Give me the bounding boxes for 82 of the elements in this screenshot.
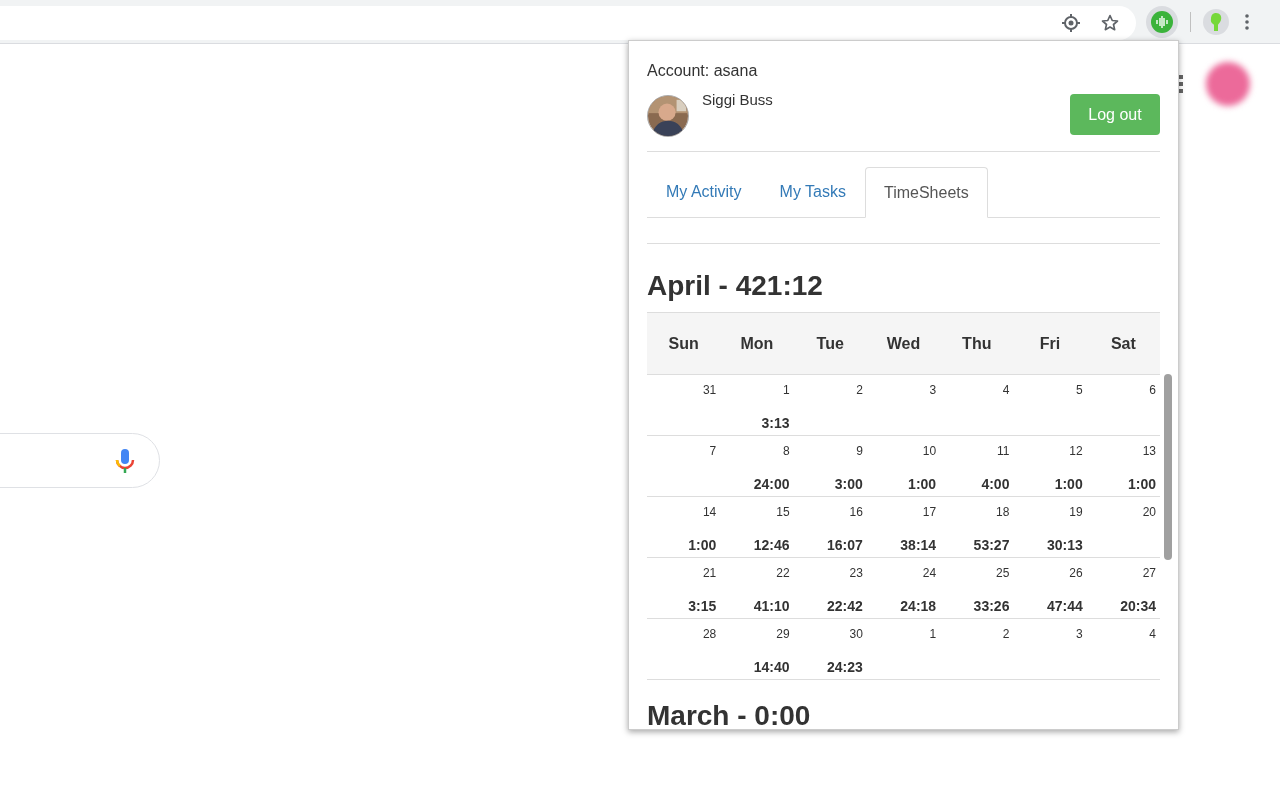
day-number: 23 (849, 565, 863, 582)
day-number: 31 (702, 382, 717, 399)
day-hours: 33:26 (973, 597, 1010, 616)
day-number: 21 (702, 565, 717, 582)
day-hours: 24:18 (900, 597, 937, 616)
day-number: 7 (709, 443, 717, 460)
day-number: 25 (996, 565, 1010, 582)
search-field[interactable] (0, 433, 160, 488)
day-number: 30 (849, 626, 863, 643)
user-name: Siggi Buss (702, 90, 773, 110)
extension-button[interactable] (1146, 5, 1178, 38)
day-number: 8 (782, 443, 790, 460)
day-hours: 4:00 (981, 475, 1010, 494)
day-hours: 16:07 (827, 536, 863, 555)
day-hours: 3:00 (834, 475, 863, 494)
day-number: 24 (922, 565, 937, 582)
day-number: 19 (1069, 504, 1083, 521)
weekday-header: Tue (815, 333, 845, 354)
day-hours: 3:15 (688, 597, 717, 616)
tab[interactable]: My Tasks (760, 167, 865, 217)
sound-wave-icon (1151, 10, 1173, 33)
day-number: 14 (702, 504, 717, 521)
day-hours: 12:46 (753, 536, 790, 555)
account-label: Account: asana (647, 61, 759, 81)
day-number: 15 (776, 504, 790, 521)
day-number: 12 (1069, 443, 1083, 460)
log-out-button[interactable]: Log out (1070, 94, 1160, 135)
day-number: 18 (996, 504, 1010, 521)
day-hours: 14:40 (753, 658, 790, 677)
star-icon[interactable] (1100, 12, 1120, 33)
day-number: 16 (849, 504, 863, 521)
weekday-header: Sun (667, 333, 700, 354)
day-number: 2 (1002, 626, 1010, 643)
month-heading: April - 421:12 (647, 270, 824, 302)
day-hours: 1:00 (1127, 475, 1156, 494)
day-number: 3 (1076, 626, 1083, 643)
day-number: 29 (776, 626, 790, 643)
day-number: 27 (1142, 565, 1156, 582)
day-hours: 20:34 (1120, 597, 1156, 616)
person-icon (1209, 12, 1223, 31)
day-number: 5 (1076, 382, 1083, 399)
day-number: 9 (856, 443, 863, 460)
day-number: 2 (856, 382, 863, 399)
day-number: 22 (776, 565, 790, 582)
weekday-header: Thu (961, 333, 993, 354)
location-icon[interactable] (1062, 13, 1080, 32)
day-number: 4 (1002, 382, 1010, 399)
day-number: 17 (922, 504, 937, 521)
day-hours: 1:00 (688, 536, 717, 555)
day-number: 3 (929, 382, 937, 399)
day-number: 13 (1142, 443, 1156, 460)
day-hours: 30:13 (1046, 536, 1083, 555)
day-hours: 38:14 (900, 536, 937, 555)
day-hours: 41:10 (753, 597, 790, 616)
profile-button[interactable] (1203, 8, 1229, 35)
weekday-header: Wed (885, 333, 922, 354)
day-number: 11 (996, 443, 1010, 460)
day-number: 20 (1142, 504, 1156, 521)
day-hours: 3:13 (761, 414, 790, 433)
menu-icon[interactable] (1245, 13, 1249, 30)
weekday-header: Fri (1038, 333, 1062, 354)
day-hours: 24:23 (827, 658, 863, 677)
day-number: 6 (1149, 382, 1156, 399)
day-number: 10 (922, 443, 937, 460)
tab[interactable]: My Activity (647, 167, 761, 217)
day-hours: 1:00 (1054, 475, 1083, 494)
tab[interactable]: TimeSheets (864, 167, 988, 218)
microphone-icon[interactable] (115, 447, 135, 474)
day-number: 28 (702, 626, 717, 643)
day-hours: 47:44 (1046, 597, 1083, 616)
day-number: 1 (782, 382, 790, 399)
scrollbar-thumb[interactable] (1164, 374, 1172, 560)
weekday-header: Sat (1109, 333, 1137, 354)
day-hours: 22:42 (827, 597, 863, 616)
month-heading: March - 0:00 (647, 700, 812, 729)
day-hours: 1:00 (908, 475, 937, 494)
day-number: 4 (1149, 626, 1156, 643)
day-hours: 24:00 (753, 475, 790, 494)
weekday-header: Mon (739, 333, 775, 354)
day-hours: 53:27 (973, 536, 1010, 555)
day-number: 26 (1069, 565, 1083, 582)
day-number: 1 (929, 626, 937, 643)
